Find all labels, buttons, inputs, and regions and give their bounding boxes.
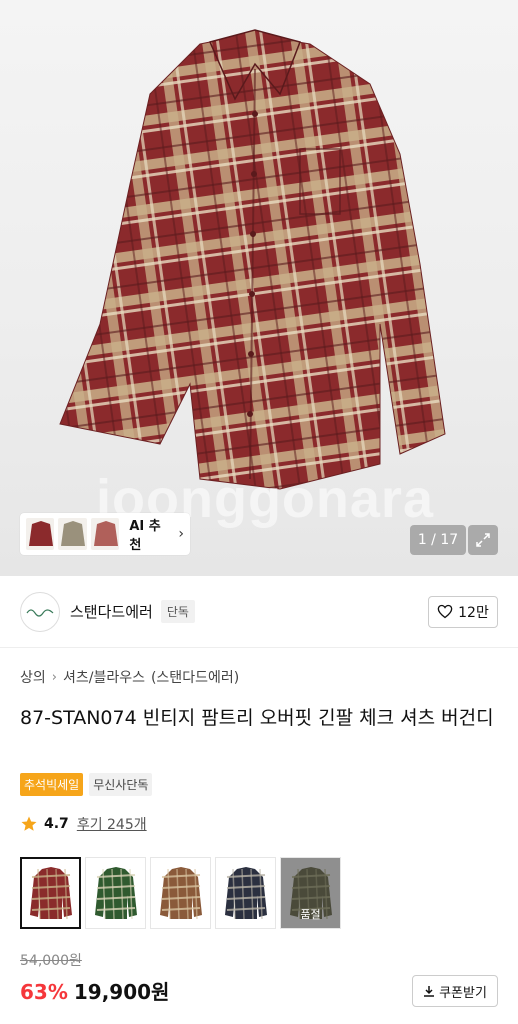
coupon-label: 쿠폰받기: [439, 985, 487, 1001]
ai-thumbnail-1: [26, 518, 55, 550]
ai-recommend-button[interactable]: AI 추천 ›: [20, 513, 190, 555]
reviews-link[interactable]: 후기 245개: [77, 814, 147, 834]
sale-price: 19,900원: [73, 980, 170, 1004]
shirt-thumbnail: [29, 867, 72, 920]
breadcrumb-item-top[interactable]: 상의: [20, 667, 46, 687]
color-options: 품절: [20, 857, 341, 929]
breadcrumb-item-brand[interactable]: (스탠다드에러): [151, 667, 239, 687]
sale-tag: 추석빅세일: [20, 773, 84, 796]
star-icon: [21, 816, 37, 831]
chevron-right-icon: ›: [178, 526, 185, 542]
exclusive-badge: 단독: [160, 600, 195, 623]
rating-row: 4.7 후기 245개: [20, 814, 147, 834]
product-image-viewer[interactable]: joonggonara AI 추천 › 1 / 17: [0, 0, 518, 576]
shirt-thumbnail: [94, 867, 137, 920]
like-count: 12만: [458, 604, 489, 621]
brand-name[interactable]: 스탠다드에러: [70, 601, 153, 622]
like-button[interactable]: 12만: [428, 595, 498, 628]
chevron-right-icon: ›: [51, 669, 57, 685]
original-price: 54,000원: [20, 953, 82, 969]
ai-recommend-label: AI 추천: [129, 519, 161, 553]
ai-thumbnail-3: [90, 518, 120, 550]
download-icon: [424, 986, 435, 997]
discount-rate: 63%: [20, 980, 68, 1004]
heart-outline-icon: [437, 604, 453, 619]
color-swatch[interactable]: [150, 857, 211, 929]
expand-icon[interactable]: [468, 525, 498, 555]
brand-logo[interactable]: [20, 591, 60, 632]
rating-score: 4.7: [44, 816, 69, 832]
product-photo: [59, 29, 446, 490]
color-swatch[interactable]: [85, 857, 146, 929]
color-swatch[interactable]: [20, 857, 81, 929]
soldout-label: 품절: [300, 908, 321, 921]
image-counter: 1 / 17: [410, 525, 466, 555]
ai-thumbnail-2: [58, 518, 87, 550]
shirt-thumbnail: [224, 867, 267, 920]
breadcrumb-item-shirts[interactable]: 셔츠/블라우스: [63, 667, 145, 687]
color-swatch[interactable]: 품절: [280, 857, 341, 929]
coupon-button[interactable]: 쿠폰받기: [412, 975, 498, 1007]
price-row: 63% 19,900원: [20, 976, 169, 1005]
product-title: 87-STAN074 빈티지 팜트리 오버핏 긴팔 체크 셔츠 버건디: [20, 707, 494, 729]
brand-row: 스탠다드에러 단독 12만: [0, 576, 518, 648]
product-tags: 추석빅세일 무신사단독: [20, 773, 153, 796]
shirt-thumbnail: [159, 867, 202, 920]
color-swatch[interactable]: [215, 857, 276, 929]
breadcrumb: 상의 › 셔츠/블라우스 (스탠다드에러): [20, 667, 239, 687]
exclusive-tag: 무신사단독: [89, 773, 153, 796]
